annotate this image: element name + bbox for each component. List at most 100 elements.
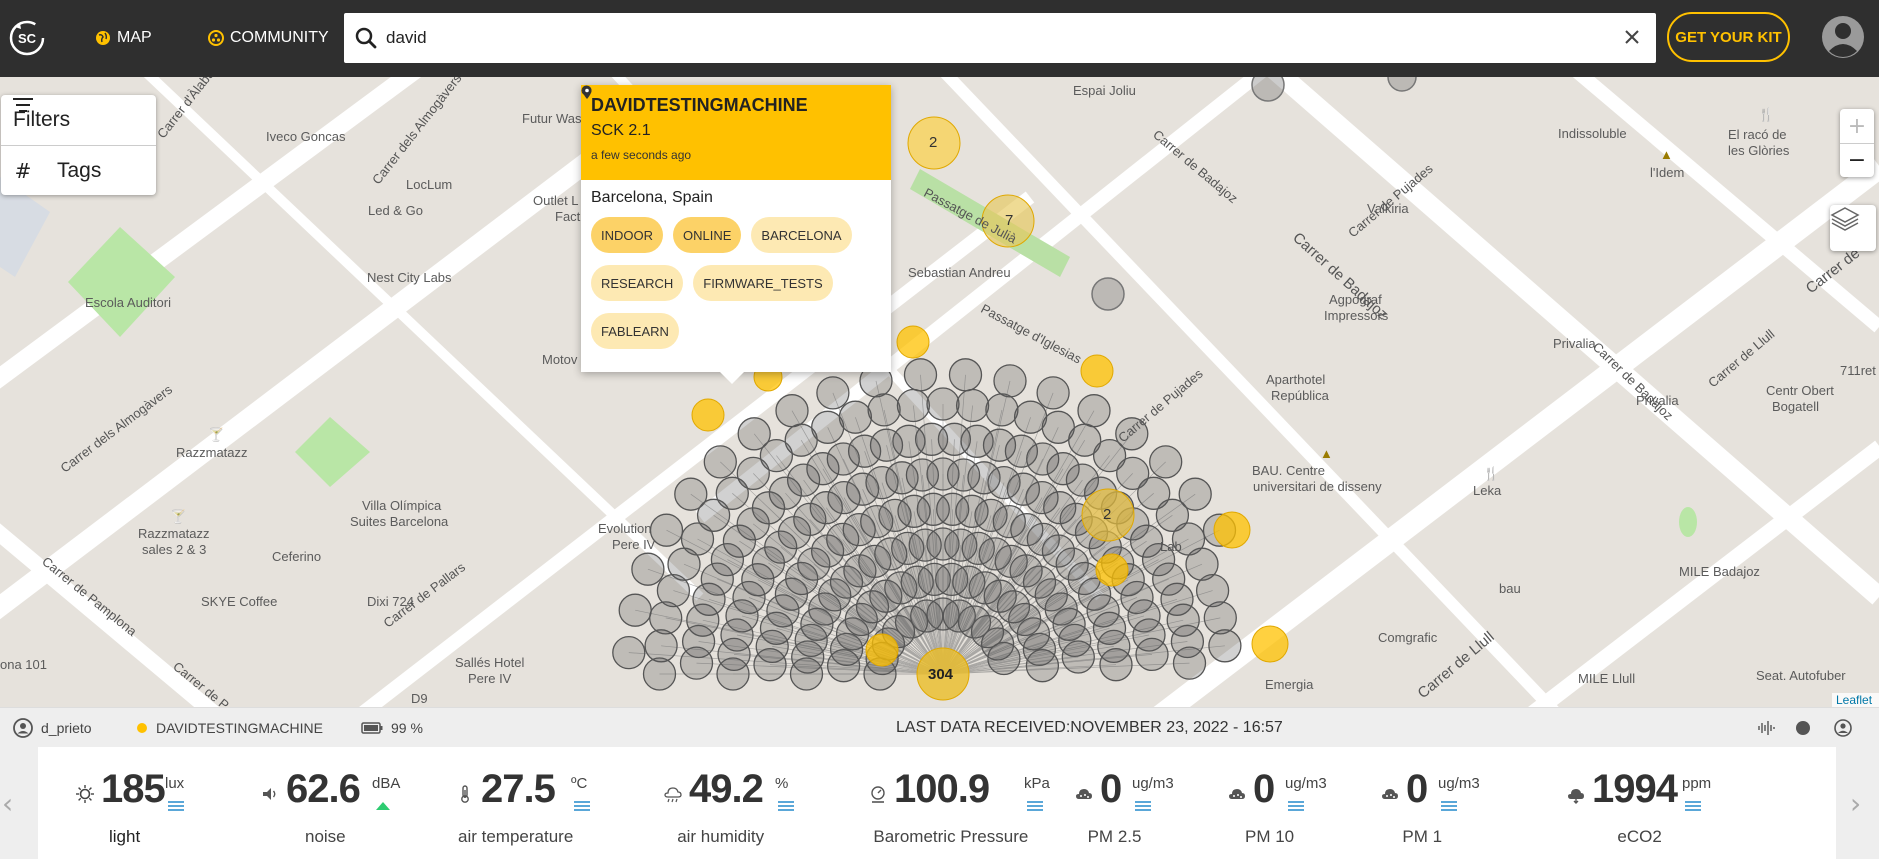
tag-chip[interactable]: INDOOR [591, 217, 663, 253]
device-marker[interactable] [955, 388, 990, 423]
device-marker[interactable] [618, 593, 652, 627]
nav-community-link[interactable]: COMMUNITY [208, 26, 329, 50]
sensor-tile-air-temperature[interactable]: 27.5 ºC air temperature [455, 747, 661, 859]
device-marker[interactable] [816, 376, 850, 410]
device-marker[interactable] [896, 388, 931, 423]
device-marker[interactable] [674, 477, 708, 511]
battery-level: 99 % [391, 720, 423, 736]
nav-map-link[interactable]: MAP [95, 26, 152, 50]
device-marker[interactable] [1099, 648, 1133, 682]
sensor-tile-noise[interactable]: 62.6 dBA noise [260, 747, 462, 859]
map-place-label: Sebastian Andreu [908, 265, 1011, 280]
device-marker[interactable] [631, 552, 665, 586]
map-place-label: sales 2 & 3 [142, 542, 207, 557]
sensor-tile-pm-1[interactable]: 0 ug/m3 PM 1 [1380, 747, 1528, 859]
speaker-icon [260, 784, 280, 804]
get-your-kit-button[interactable]: GET YOUR KIT [1667, 12, 1790, 62]
leaflet-attribution-link[interactable]: Leaflet [1832, 693, 1879, 707]
tag-chip[interactable]: FIRMWARE_TESTS [693, 265, 833, 301]
chevron-right-icon[interactable]: › [1850, 787, 1861, 820]
chevron-left-icon[interactable]: ‹ [2, 787, 13, 820]
map-filters-panel: Filters # Tags [1, 95, 156, 195]
device-marker[interactable] [642, 657, 677, 691]
map-place-label: Pere IV [468, 671, 512, 686]
device-location: Barcelona, Spain [581, 86, 891, 207]
device-marker[interactable] [612, 635, 646, 670]
device-marker[interactable] [644, 629, 678, 663]
device-marker[interactable] [985, 393, 1019, 427]
sensor-tile-pm-2-5[interactable]: 0 ug/m3 PM 2.5 [1074, 747, 1222, 859]
search-input[interactable] [386, 23, 1586, 53]
device-marker[interactable] [1025, 649, 1060, 683]
device-popup-header: DAVIDTESTINGMACHINE SCK 2.1 a few second… [581, 85, 891, 180]
account-icon[interactable] [1834, 708, 1852, 748]
device-marker[interactable] [1149, 445, 1183, 479]
sound-wave-icon[interactable] [1757, 708, 1777, 748]
filters-button[interactable]: Filters [1, 95, 156, 145]
tag-chip[interactable]: ONLINE [673, 217, 742, 253]
map-view[interactable]: 2 7 2 304 Espai Joliu Iveco Goncas Futur… [0, 77, 1879, 707]
device-marker[interactable] [838, 400, 873, 434]
user-avatar-icon[interactable] [1821, 15, 1865, 59]
device-marker[interactable] [1077, 394, 1111, 428]
sensor-label: Barometric Pressure [873, 827, 1029, 846]
layers-button[interactable] [1830, 205, 1876, 251]
sensor-label: air temperature [458, 827, 574, 846]
device-marker[interactable] [775, 394, 809, 428]
cluster-count[interactable]: 2 [1103, 506, 1111, 523]
map-place-label: Espai Joliu [1073, 83, 1136, 98]
device-tags: INDOOR ONLINE BARCELONA RESEARCH FIRMWAR… [581, 207, 891, 349]
device-name[interactable]: DAVIDTESTINGMACHINE [591, 95, 881, 116]
device-marker[interactable] [1036, 376, 1070, 410]
device-marker[interactable] [987, 641, 1021, 676]
map-place-label: Evolution [598, 521, 652, 536]
device-marker[interactable] [1208, 629, 1242, 663]
map-place-label: Escola Auditori [85, 295, 171, 310]
tag-chip[interactable]: FABLEARN [591, 313, 679, 349]
sensor-tile-pm-10[interactable]: 0 ug/m3 PM 10 [1227, 747, 1375, 859]
sensor-tile-air-humidity[interactable]: 49.2% air humidity [663, 747, 865, 859]
tag-chip[interactable]: RESEARCH [591, 265, 684, 301]
map-place-label: l'Idem [1650, 165, 1685, 180]
barometer-icon [868, 784, 888, 804]
co2-icon [1566, 784, 1586, 804]
sensor-value: 1994 [1592, 767, 1678, 811]
tag-chip[interactable]: BARCELONA [751, 217, 852, 253]
device-marker[interactable] [1203, 601, 1237, 635]
zoom-in-button[interactable]: + [1840, 109, 1874, 143]
restaurant-icon: 🍴 [1483, 466, 1500, 481]
map-place-label: Indissoluble [1558, 126, 1627, 141]
map-place-label: Outlet L [533, 193, 579, 208]
tags-button[interactable]: # Tags [1, 145, 156, 195]
device-marker[interactable] [903, 358, 938, 392]
owner-info[interactable]: d_prieto [13, 708, 92, 748]
particles-icon [1227, 784, 1247, 804]
cluster-count[interactable]: 304 [928, 666, 953, 683]
zoom-out-button[interactable]: − [1840, 143, 1874, 177]
device-marker[interactable] [1178, 477, 1212, 511]
sensor-tile-eco2[interactable]: 1994 ppm eCO2 [1566, 747, 1772, 859]
sensor-unit: dBA [372, 775, 401, 792]
device-marker[interactable] [926, 387, 960, 421]
map-place-label: SKYE Coffee [201, 594, 278, 609]
device-marker[interactable] [1172, 646, 1207, 680]
sensor-tile-light[interactable]: 185 lux light [75, 747, 255, 859]
device-marker[interactable] [867, 393, 901, 427]
cluster-count[interactable]: 2 [929, 134, 937, 151]
record-icon[interactable] [1795, 708, 1811, 748]
device-marker[interactable] [1135, 637, 1169, 672]
sensor-unit: kPa [1024, 775, 1050, 792]
map-place-label: Emergia [1265, 677, 1314, 692]
map-place-label: MILE Badajoz [1679, 564, 1760, 579]
device-marker[interactable] [1061, 640, 1095, 674]
device-marker[interactable] [993, 364, 1027, 398]
device-marker[interactable] [703, 445, 737, 479]
bar-icon: 🍸 [208, 427, 225, 442]
sensor-label: PM 10 [1245, 827, 1295, 846]
device-marker[interactable] [737, 417, 771, 451]
device-marker[interactable] [948, 358, 983, 392]
map-place-label: Comgrafic [1378, 630, 1438, 645]
close-icon[interactable] [1620, 25, 1644, 49]
map-place-label: Bogatell [1772, 399, 1819, 414]
smart-citizen-logo-icon[interactable]: SC [8, 19, 46, 57]
